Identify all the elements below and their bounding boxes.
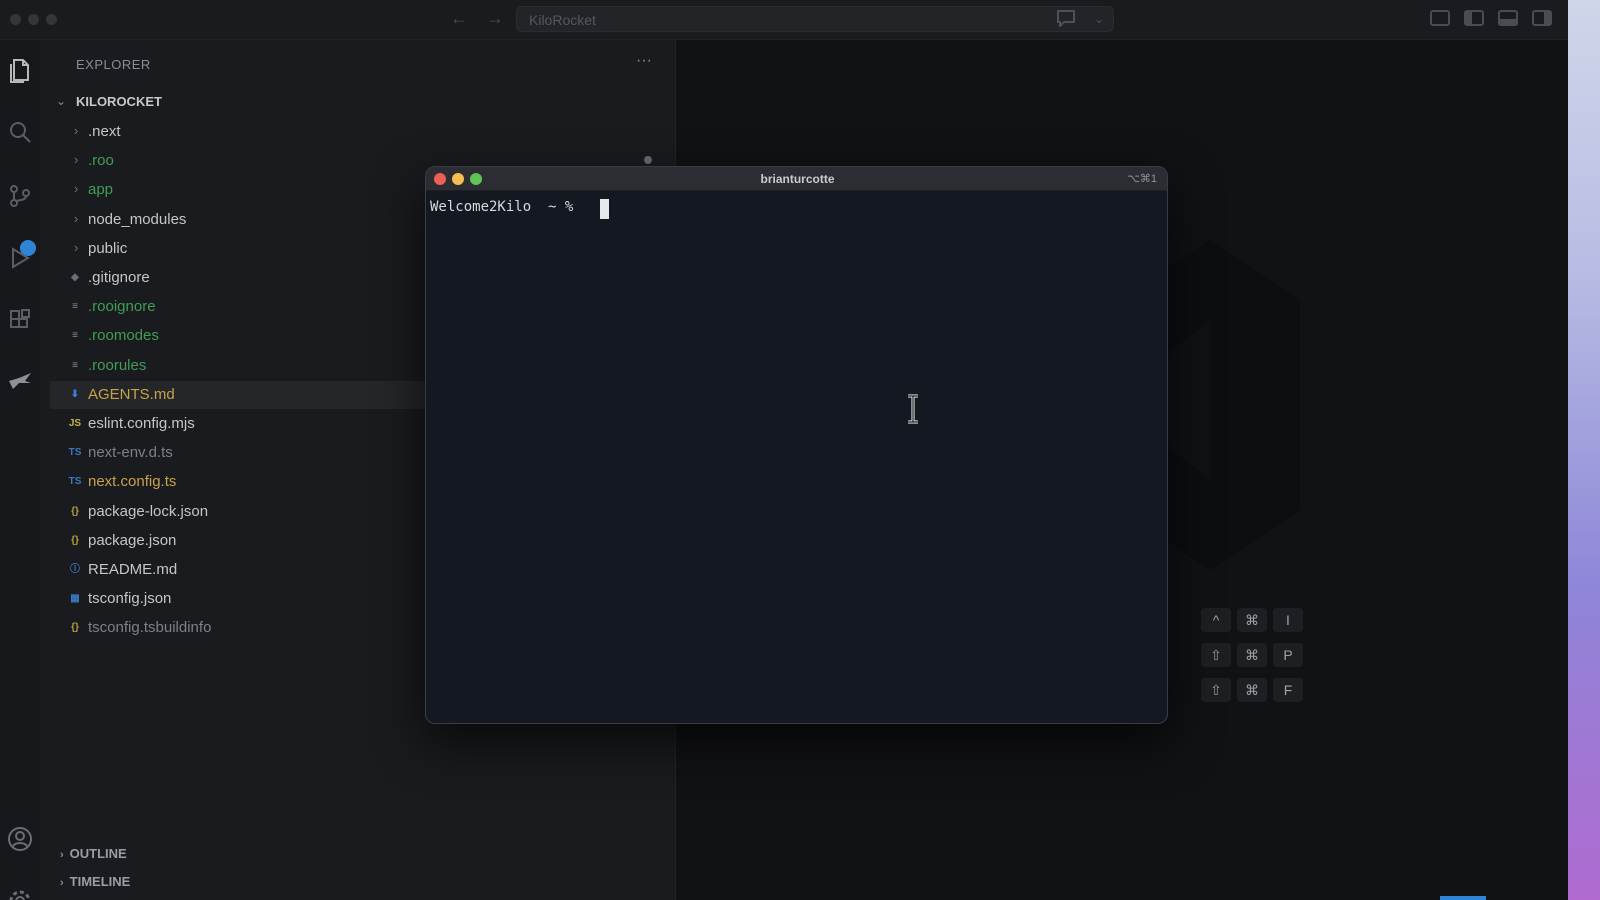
timeline-section[interactable]: › TIMELINE: [60, 874, 130, 892]
shortcut-key: I: [1273, 608, 1303, 632]
file-type-icon: {}: [71, 505, 79, 517]
explorer-title: EXPLORER: [76, 57, 151, 72]
tree-item-label: .next: [88, 123, 121, 140]
tree-item-label: AGENTS.md: [88, 385, 175, 403]
timeline-label: TIMELINE: [69, 874, 131, 889]
kilo-icon[interactable]: [6, 370, 34, 398]
terminal-window[interactable]: brianturcotte ⌥⌘1 Welcome2Kilo ~ %: [425, 166, 1168, 724]
tree-item-label: tsconfig.json: [88, 590, 172, 608]
terminal-cursor: [600, 199, 609, 219]
tree-item-label: package.json: [88, 531, 177, 549]
shortcut-key: ⇧: [1201, 643, 1231, 667]
tree-item-label: .roorules: [88, 356, 147, 374]
chevron-right-icon: ›: [74, 239, 79, 255]
file-type-icon: ◆: [71, 272, 79, 283]
extensions-icon[interactable]: [6, 308, 34, 336]
file-type-icon: ≡: [72, 330, 78, 342]
tree-item-label: public: [88, 239, 128, 257]
chevron-down-icon[interactable]: ⌄: [1094, 12, 1104, 26]
shortcut-key: ⇧: [1201, 678, 1231, 702]
tree-item-label: next-env.d.ts: [88, 444, 173, 462]
file-type-icon: {}: [71, 534, 79, 546]
file-type-icon: ⬇: [70, 388, 80, 400]
shortcut-key: ^: [1201, 608, 1231, 632]
tree-item-label: .roomodes: [88, 327, 159, 345]
file-type-icon: TS: [68, 447, 82, 459]
terminal-shortcut: ⌥⌘1: [1127, 173, 1157, 185]
file-type-icon: JS: [68, 418, 82, 429]
command-center-label: KiloRocket: [529, 12, 596, 28]
tree-item-label: README.md: [88, 561, 178, 578]
file-type-icon: ≡: [72, 359, 78, 371]
explorer-root-folder[interactable]: ⌄ KILOROCKET: [56, 92, 162, 112]
tree-item-label: .rooignore: [88, 298, 156, 316]
arrow-right-icon[interactable]: →: [486, 8, 504, 29]
customize-layout-icon[interactable]: [1430, 10, 1450, 26]
toggle-primary-sidebar-icon[interactable]: [1464, 10, 1484, 26]
file-type-icon: ▦: [70, 593, 80, 605]
outline-label: OUTLINE: [69, 846, 127, 861]
file-type-icon: {}: [71, 622, 79, 634]
tree-folder[interactable]: › .next: [50, 118, 676, 146]
terminal-body[interactable]: Welcome2Kilo ~ %: [430, 193, 1163, 723]
tree-item-label: tsconfig.tsbuildinfo: [88, 619, 212, 637]
sidebar-sash-dot: [644, 156, 652, 164]
chevron-right-icon: ›: [60, 877, 64, 889]
files-icon[interactable]: [6, 58, 34, 86]
desktop-wallpaper-edge: [1566, 0, 1600, 900]
title-bar: ← → KiloRocket ⌄: [0, 0, 1568, 40]
tree-item-label: node_modules: [88, 210, 187, 228]
toggle-secondary-sidebar-icon[interactable]: [1532, 10, 1552, 26]
chevron-right-icon: ›: [74, 152, 79, 168]
arrow-left-icon[interactable]: ←: [450, 8, 468, 29]
shortcut-key: F: [1273, 678, 1303, 702]
chevron-down-icon: ⌄: [56, 94, 67, 108]
chevron-right-icon: ›: [74, 123, 79, 138]
shortcut-key: ⌘: [1237, 678, 1267, 702]
run-debug-icon[interactable]: [6, 246, 34, 274]
screen: ← → KiloRocket ⌄ EXPLORER ··· ⌄ KILOROCK…: [0, 0, 1600, 900]
terminal-titlebar[interactable]: brianturcotte ⌥⌘1: [426, 167, 1167, 191]
chevron-right-icon: ›: [74, 181, 79, 197]
status-accent: [1440, 896, 1486, 900]
source-control-icon[interactable]: [6, 184, 34, 212]
outline-section[interactable]: › OUTLINE: [60, 846, 127, 864]
window-minimize-button[interactable]: [28, 14, 39, 25]
search-icon[interactable]: [6, 120, 34, 148]
chat-icon[interactable]: [1056, 9, 1076, 32]
window-zoom-button[interactable]: [46, 14, 57, 25]
shortcut-key: P: [1273, 643, 1303, 667]
tree-item-label: eslint.config.mjs: [88, 415, 195, 432]
root-folder-name: KILOROCKET: [76, 94, 162, 109]
command-center[interactable]: KiloRocket: [516, 6, 1114, 32]
chevron-right-icon: ›: [74, 210, 79, 226]
ibeam-cursor-icon: [908, 394, 918, 424]
toggle-panel-icon[interactable]: [1498, 10, 1518, 26]
file-type-icon: TS: [68, 476, 82, 488]
tree-item-label: .roo: [88, 152, 114, 170]
activity-bar: [0, 40, 40, 900]
chevron-right-icon: ›: [60, 849, 64, 861]
tree-item-label: app: [88, 181, 114, 199]
terminal-prompt: Welcome2Kilo ~ %: [430, 199, 574, 215]
shortcut-key: ⌘: [1237, 643, 1267, 667]
terminal-title: brianturcotte: [760, 172, 835, 186]
tree-item-label: next.config.ts: [88, 473, 177, 491]
account-icon[interactable]: [6, 826, 34, 854]
window-close-button[interactable]: [10, 14, 21, 25]
file-type-icon: ⓘ: [70, 564, 80, 575]
tree-item-label: package-lock.json: [88, 502, 209, 520]
tree-item-label: .gitignore: [88, 269, 150, 286]
settings-icon[interactable]: [6, 888, 34, 900]
file-type-icon: ≡: [72, 301, 78, 313]
shortcut-key: ⌘: [1237, 608, 1267, 632]
more-actions-icon[interactable]: ···: [636, 52, 652, 70]
